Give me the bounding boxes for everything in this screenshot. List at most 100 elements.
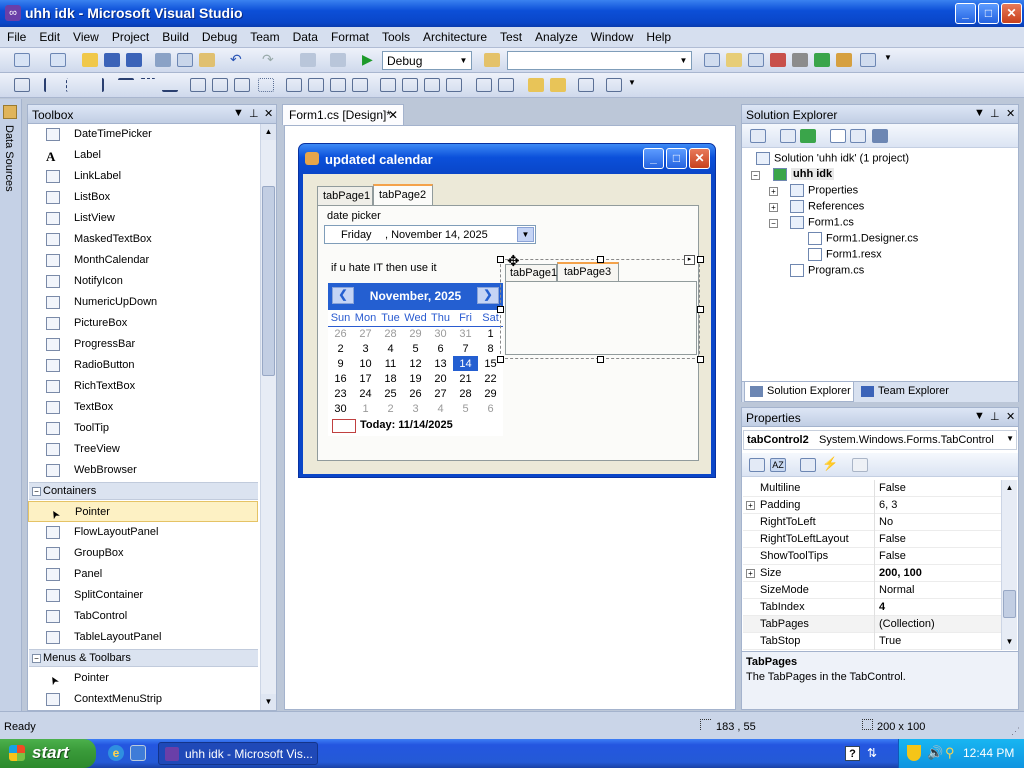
alphabetical-icon[interactable]: AZ [770, 458, 786, 472]
project-node[interactable]: uhh idk [773, 168, 835, 181]
close-button[interactable]: ✕ [1001, 3, 1022, 24]
find-in-files-icon[interactable] [484, 53, 500, 67]
calendar-day[interactable]: 24 [353, 386, 378, 401]
toolbox-item-flowlayoutpanel[interactable]: FlowLayoutPanel [28, 522, 258, 543]
expand-icon[interactable]: + [746, 501, 755, 510]
property-value[interactable]: False [879, 482, 906, 494]
calendar-day[interactable]: 23 [328, 386, 353, 401]
property-row-multiline[interactable]: Multiline False [743, 480, 1001, 497]
toolbox-item-monthcalendar[interactable]: MonthCalendar [28, 250, 258, 271]
month-calendar[interactable]: ❮ November, 2025 ❯ Sun Mon Tue Wed Thu Fri Sat… [328, 283, 503, 436]
calendar-day[interactable]: 4 [428, 401, 453, 416]
calendar-day[interactable]: 30 [328, 401, 353, 416]
events-lightning-icon[interactable]: ⚡ [822, 457, 838, 472]
vertical-spacing-icon[interactable] [380, 78, 396, 92]
window-position-icon[interactable]: ▼ [974, 410, 985, 422]
start-page-icon[interactable] [814, 53, 830, 67]
categorized-icon[interactable] [749, 458, 765, 472]
resize-grip-icon[interactable]: ⋰ [1011, 726, 1021, 736]
form-close-button[interactable]: ✕ [689, 148, 710, 169]
calendar-day[interactable]: 10 [353, 356, 378, 371]
calendar-day[interactable]: 6 [428, 341, 453, 356]
calendar-day[interactable]: 14 [453, 356, 478, 371]
expand-icon[interactable]: + [746, 569, 755, 578]
send-to-back-icon[interactable] [550, 78, 566, 92]
menu-architecture[interactable]: Architecture [416, 27, 493, 44]
toolbox-item-pointer[interactable]: ➤ Pointer [28, 668, 258, 689]
align-rights-icon[interactable] [88, 78, 104, 92]
collapse-icon[interactable]: − [32, 654, 41, 663]
property-value[interactable]: 4 [879, 601, 885, 613]
toolbox-item-listview[interactable]: ListView [28, 208, 258, 229]
toolbox-scroll-thumb[interactable] [262, 186, 275, 376]
open-folder-icon[interactable] [82, 53, 98, 67]
scroll-up-icon[interactable]: ▲ [261, 124, 276, 140]
security-shield-icon[interactable] [907, 745, 921, 761]
network-icon[interactable]: ⇅ [867, 746, 883, 760]
scroll-down-icon[interactable]: ▼ [1002, 634, 1017, 650]
quick-launch-icon[interactable] [130, 745, 146, 761]
object-browser-icon[interactable] [748, 53, 764, 67]
tab-tabpage1[interactable]: tabPage1 [317, 186, 373, 205]
calendar-day[interactable]: 12 [403, 356, 428, 371]
align-tops-icon[interactable] [118, 78, 134, 92]
close-icon[interactable]: ✕ [388, 108, 398, 122]
size-to-grid-icon[interactable] [258, 78, 274, 92]
properties-scroll-thumb[interactable] [1003, 590, 1016, 618]
collapse-icon[interactable]: − [751, 171, 760, 180]
toolbox-item-treeview[interactable]: TreeView [28, 439, 258, 460]
calendar-day[interactable]: 6 [478, 401, 503, 416]
show-all-files-icon[interactable] [780, 129, 796, 143]
find-combo[interactable]: ▼ [507, 51, 692, 70]
date-time-picker[interactable]: Friday , November 14, 2025 ▼ [324, 225, 536, 244]
calendar-day[interactable]: 19 [403, 371, 428, 386]
navigate-forward-icon[interactable] [330, 53, 346, 67]
property-row-sizemode[interactable]: SizeMode Normal [743, 582, 1001, 599]
decrease-spacing-icon[interactable] [330, 78, 346, 92]
menu-format[interactable]: Format [324, 27, 375, 44]
calendar-day[interactable]: 4 [378, 341, 403, 356]
menu-file[interactable]: File [0, 27, 32, 44]
scroll-down-icon[interactable]: ▼ [261, 694, 276, 710]
property-value[interactable]: 6, 3 [879, 499, 897, 511]
minimize-button[interactable]: _ [955, 3, 976, 24]
properties-icon[interactable] [750, 129, 766, 143]
solution-configuration-dropdown[interactable]: Debug ▼ [382, 51, 472, 70]
expand-icon[interactable]: + [769, 187, 778, 196]
toolbox-item-tooltip[interactable]: ToolTip [28, 418, 258, 439]
make-same-width-icon[interactable] [190, 78, 206, 92]
close-icon[interactable]: ✕ [264, 107, 273, 120]
toolbox-item-label[interactable]: A Label [28, 145, 258, 166]
toolbox-icon[interactable] [770, 53, 786, 67]
property-row-righttoleft[interactable]: RightToLeft No [743, 514, 1001, 531]
program-node[interactable]: Program.cs [790, 264, 864, 277]
properties-view-icon[interactable] [800, 458, 816, 472]
form1-node[interactable]: Form1.cs [790, 216, 854, 229]
calendar-day[interactable]: 28 [378, 326, 403, 341]
tab-tabpage2[interactable]: tabPage2 [373, 184, 433, 205]
toolbox-item-richtextbox[interactable]: RichTextBox [28, 376, 258, 397]
auto-hide-pin-icon[interactable]: ⊥ [990, 107, 1000, 120]
calendar-day[interactable]: 27 [428, 386, 453, 401]
property-pages-icon[interactable] [852, 458, 868, 472]
form1-designer-node[interactable]: Form1.Designer.cs [808, 232, 918, 245]
data-sources-strip[interactable]: Data Sources [0, 99, 22, 711]
cut-icon[interactable] [155, 53, 171, 67]
increase-vertical-spacing-icon[interactable] [402, 78, 418, 92]
toolbox-item-picturebox[interactable]: PictureBox [28, 313, 258, 334]
calendar-day[interactable]: 21 [453, 371, 478, 386]
help-icon[interactable]: ? [845, 746, 860, 761]
auto-hide-pin-icon[interactable]: ⊥ [990, 410, 1000, 423]
align-lefts-icon[interactable] [44, 78, 60, 92]
menu-debug[interactable]: Debug [195, 27, 243, 44]
tools-icon[interactable] [792, 53, 808, 67]
toolbox-item-datetimepicker[interactable]: DateTimePicker [28, 124, 258, 145]
center-vertically-icon[interactable] [498, 78, 514, 92]
menu-edit[interactable]: Edit [32, 27, 66, 44]
close-icon[interactable]: ✕ [1006, 410, 1015, 423]
collapse-icon[interactable]: − [769, 219, 778, 228]
make-same-size-icon[interactable] [234, 78, 250, 92]
toolbox-item-webbrowser[interactable]: WebBrowser [28, 460, 258, 481]
calendar-day[interactable]: 20 [428, 371, 453, 386]
remove-spacing-icon[interactable] [352, 78, 368, 92]
